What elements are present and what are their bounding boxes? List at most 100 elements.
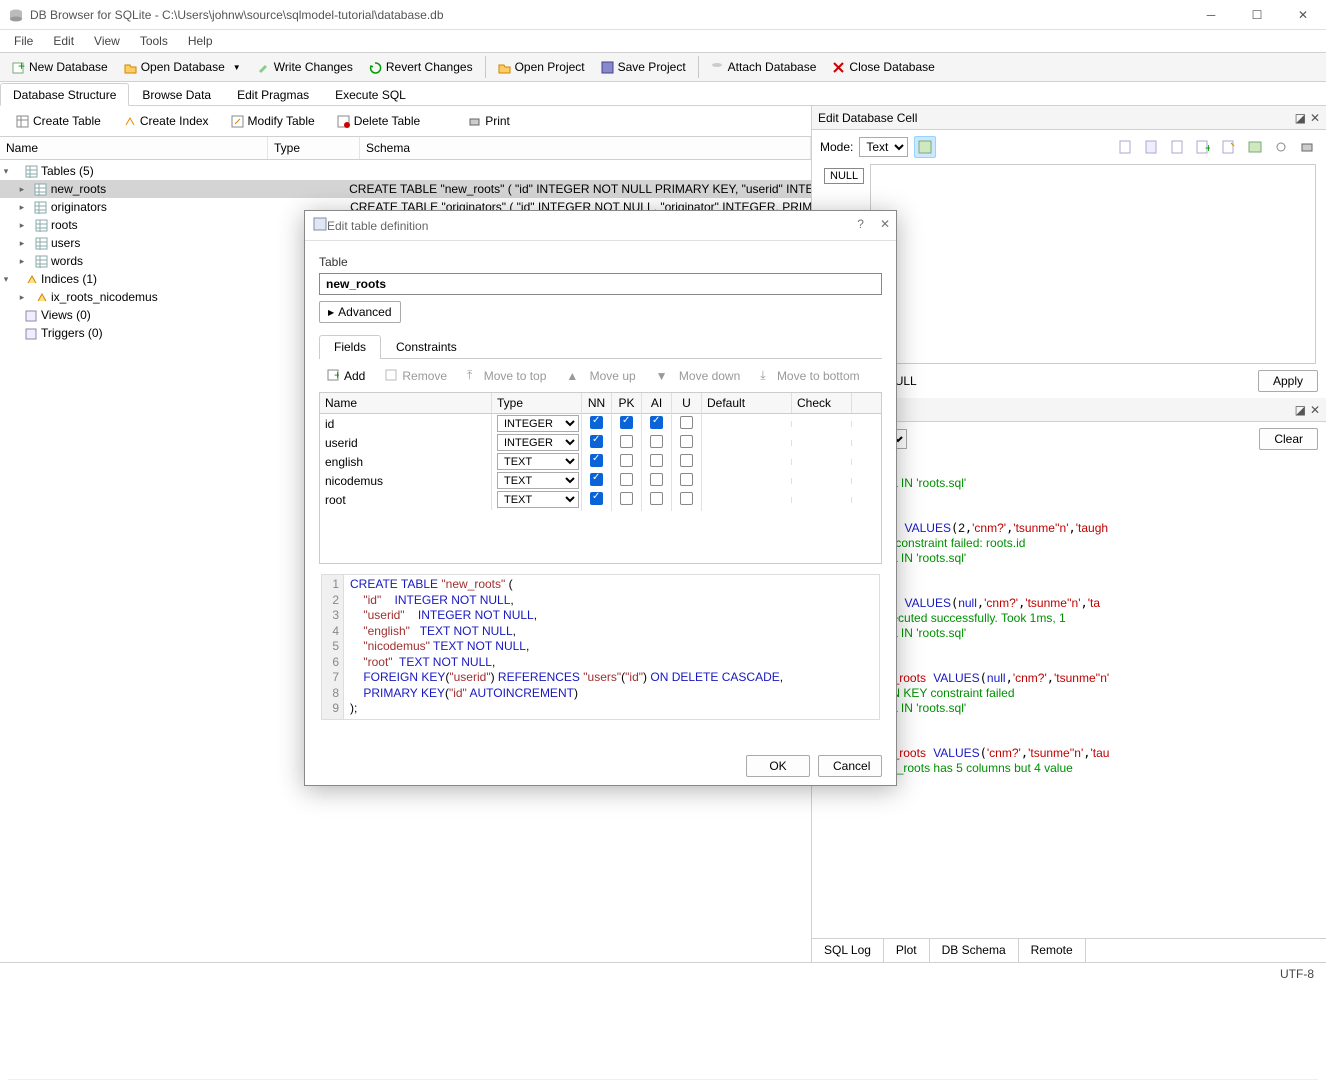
col-type[interactable]: Type <box>492 393 582 413</box>
icon-3[interactable] <box>1166 136 1188 158</box>
tab-database-structure[interactable]: Database Structure <box>0 83 129 106</box>
menu-file[interactable]: File <box>4 32 43 50</box>
col-schema[interactable]: Schema <box>360 137 811 159</box>
advanced-toggle[interactable]: ▶Advanced <box>319 301 401 323</box>
col-default[interactable]: Default <box>702 393 792 413</box>
icon-5[interactable] <box>1218 136 1240 158</box>
field-row-root[interactable]: root TEXT <box>320 490 881 509</box>
bottom-tabs: SQL Log Plot DB Schema Remote <box>812 938 1326 962</box>
delete-table-button[interactable]: Delete Table <box>329 111 429 131</box>
tree-tables[interactable]: ▾Tables (5) <box>0 162 811 180</box>
attach-database-button[interactable]: Attach Database <box>703 57 825 77</box>
col-type[interactable]: Type <box>268 137 360 159</box>
panel-close-icon[interactable]: ✕ <box>1310 403 1320 417</box>
svg-text:+: + <box>18 61 25 73</box>
field-row-userid[interactable]: userid INTEGER <box>320 433 881 452</box>
field-row-english[interactable]: english TEXT <box>320 452 881 471</box>
open-database-button[interactable]: Open Database▼ <box>116 57 249 77</box>
type-select[interactable]: TEXT <box>497 453 579 470</box>
add-field-button[interactable]: +Add <box>319 365 373 386</box>
print-button[interactable]: Print <box>460 111 518 131</box>
image-preview-icon[interactable] <box>914 136 936 158</box>
tab-constraints[interactable]: Constraints <box>381 335 472 358</box>
maximize-button[interactable]: ☐ <box>1234 0 1280 30</box>
minimize-button[interactable]: ─ <box>1188 0 1234 30</box>
sql-preview[interactable]: 123456789 CREATE TABLE "new_roots" ( "id… <box>321 574 880 720</box>
col-u[interactable]: U <box>672 393 702 413</box>
remove-field-button[interactable]: Remove <box>377 365 455 386</box>
tab-execute-sql[interactable]: Execute SQL <box>322 83 419 105</box>
top-icon: ⤒ <box>467 368 472 383</box>
definition-tabs: Fields Constraints <box>319 335 882 359</box>
col-check[interactable]: Check <box>792 393 852 413</box>
apply-button[interactable]: Apply <box>1258 370 1318 392</box>
close-button[interactable]: ✕ <box>1280 0 1326 30</box>
menu-view[interactable]: View <box>84 32 130 50</box>
help-button[interactable]: ? <box>857 217 864 231</box>
create-table-button[interactable]: Create Table <box>8 111 109 131</box>
icon-8[interactable] <box>1296 136 1318 158</box>
write-icon <box>257 61 270 74</box>
add-icon: + <box>327 369 340 382</box>
tab-plot[interactable]: Plot <box>884 939 930 962</box>
field-row-nicodemus[interactable]: nicodemus TEXT <box>320 471 881 490</box>
revert-changes-button[interactable]: Revert Changes <box>361 57 481 77</box>
openproj-icon <box>498 61 511 74</box>
edit-table-dialog: Edit table definition ? ✕ Table ▶Advance… <box>304 210 897 786</box>
move-top-button[interactable]: ⤒ Move to top <box>459 365 554 386</box>
icon-1[interactable] <box>1114 136 1136 158</box>
new-database-button[interactable]: +New Database <box>4 57 116 77</box>
type-select[interactable]: INTEGER <box>497 415 579 432</box>
tab-db-schema[interactable]: DB Schema <box>930 939 1019 962</box>
remove-icon <box>385 369 398 382</box>
horizontal-scrollbar[interactable] <box>8 1079 1318 1087</box>
move-up-button[interactable]: ▲ Move up <box>558 365 643 386</box>
type-select[interactable]: INTEGER <box>497 434 579 451</box>
dialog-close-button[interactable]: ✕ <box>880 217 890 231</box>
create-index-button[interactable]: Create Index <box>115 111 217 131</box>
encoding-label: UTF-8 <box>1280 967 1314 981</box>
index-add-icon <box>123 115 136 128</box>
mode-select[interactable]: Text <box>859 137 908 157</box>
tree-table-new_roots[interactable]: ▸new_rootsCREATE TABLE "new_roots" ( "id… <box>0 180 811 198</box>
move-down-button[interactable]: ▼ Move down <box>648 365 749 386</box>
icon-4[interactable]: + <box>1192 136 1214 158</box>
table-add-icon <box>16 115 29 128</box>
type-select[interactable]: TEXT <box>497 472 579 489</box>
type-select[interactable]: TEXT <box>497 491 579 508</box>
tab-browse-data[interactable]: Browse Data <box>129 83 224 105</box>
close-database-button[interactable]: Close Database <box>824 57 942 77</box>
col-name[interactable]: Name <box>320 393 492 413</box>
menu-edit[interactable]: Edit <box>43 32 84 50</box>
col-nn[interactable]: NN <box>582 393 612 413</box>
undock-icon[interactable]: ◪ <box>1295 403 1306 417</box>
field-row-id[interactable]: id INTEGER <box>320 414 881 433</box>
saveproj-icon <box>601 61 614 74</box>
cell-editor[interactable] <box>870 164 1316 364</box>
menu-tools[interactable]: Tools <box>130 32 178 50</box>
modify-table-button[interactable]: Modify Table <box>223 111 323 131</box>
bottom-icon: ⤓ <box>760 368 765 383</box>
icon-2[interactable] <box>1140 136 1162 158</box>
icon-7[interactable] <box>1270 136 1292 158</box>
undock-icon[interactable]: ◪ <box>1295 111 1306 125</box>
write-changes-button[interactable]: Write Changes <box>249 57 361 77</box>
save-project-button[interactable]: Save Project <box>593 57 694 77</box>
ok-button[interactable]: OK <box>746 755 810 777</box>
move-bottom-button[interactable]: ⤓ Move to bottom <box>752 365 867 386</box>
tab-sql-log[interactable]: SQL Log <box>812 939 884 962</box>
tab-fields[interactable]: Fields <box>319 335 381 359</box>
col-name[interactable]: Name <box>0 137 268 159</box>
icon-6[interactable] <box>1244 136 1266 158</box>
panel-close-icon[interactable]: ✕ <box>1310 111 1320 125</box>
fields-grid: Name Type NN PK AI U Default Check id IN… <box>319 392 882 564</box>
tab-remote[interactable]: Remote <box>1019 939 1086 962</box>
clear-log-button[interactable]: Clear <box>1259 428 1318 450</box>
cancel-button[interactable]: Cancel <box>818 755 882 777</box>
col-pk[interactable]: PK <box>612 393 642 413</box>
table-name-input[interactable] <box>319 273 882 295</box>
open-project-button[interactable]: Open Project <box>490 57 593 77</box>
col-ai[interactable]: AI <box>642 393 672 413</box>
tab-edit-pragmas[interactable]: Edit Pragmas <box>224 83 322 105</box>
menu-help[interactable]: Help <box>178 32 223 50</box>
